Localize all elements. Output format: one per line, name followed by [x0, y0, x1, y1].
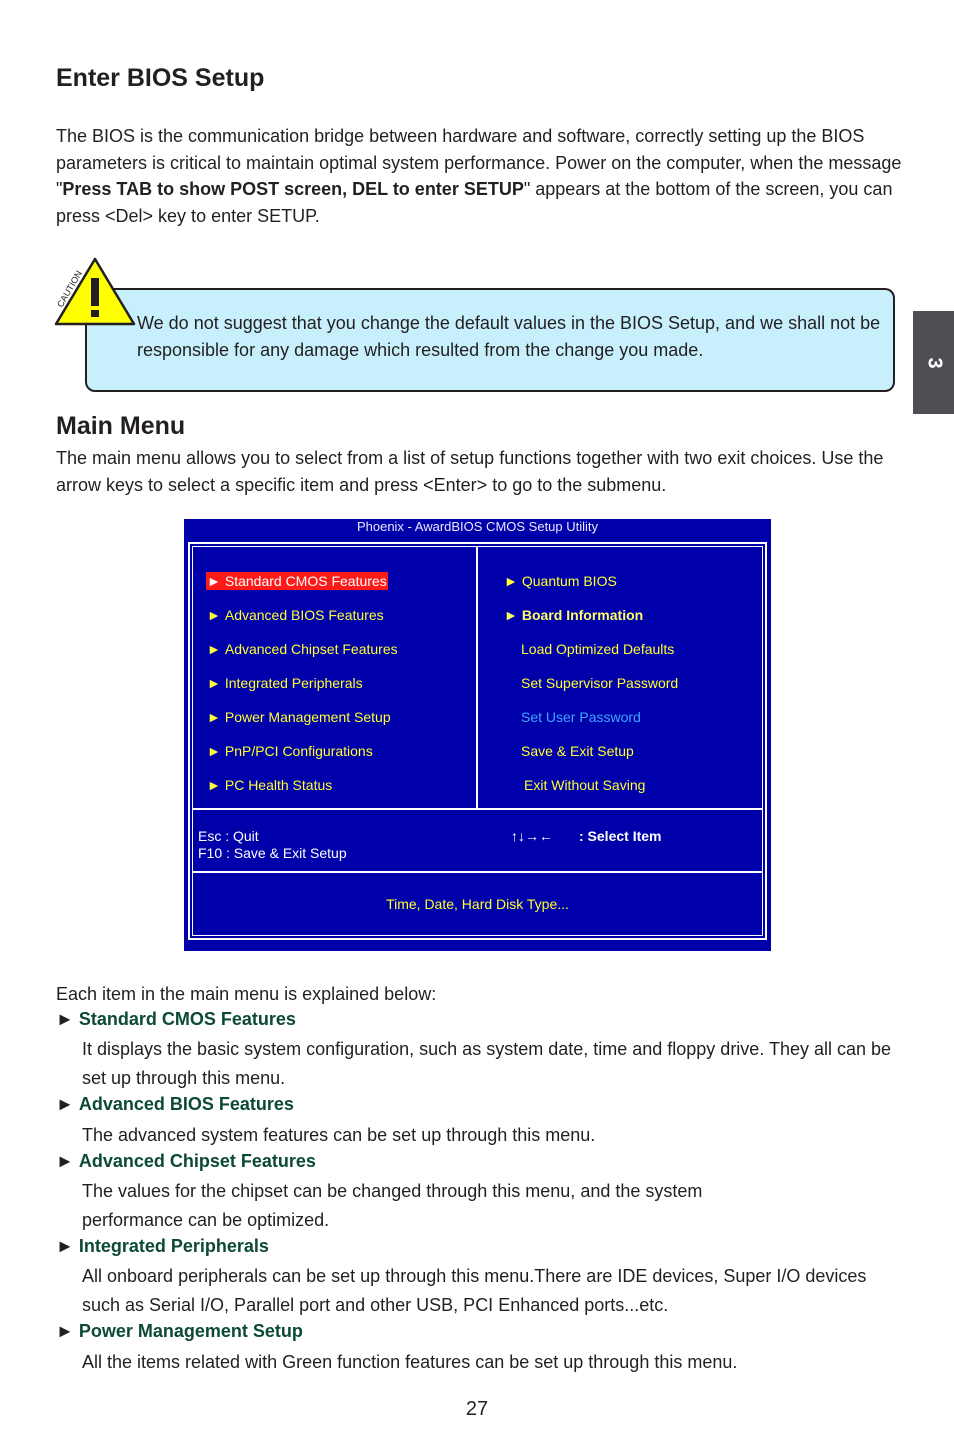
arrow-right-icon: ► [207, 709, 221, 725]
arrow-right-icon: ► [207, 573, 221, 589]
divider [193, 808, 762, 810]
enter-bios-paragraph: The BIOS is the communication bridge bet… [56, 123, 906, 229]
bios-item-pnp-pci[interactable]: ► PnP/PCI Configurations [207, 742, 373, 760]
section-title-enter-bios: Enter BIOS Setup [56, 64, 265, 92]
bios-frame: ► Standard CMOS Features ► Advanced BIOS F… [188, 542, 767, 940]
arrow-right-icon: ► [56, 1321, 74, 1341]
arrow-right-icon: ► [504, 607, 518, 623]
page-number: 27 [465, 1398, 489, 1420]
explanation-heading: ► Advanced Chipset Features [56, 1151, 316, 1171]
section-title-main-menu: Main Menu [56, 412, 186, 440]
arrow-right-icon: ► [56, 1009, 74, 1029]
bios-item-load-optimized-defaults[interactable]: Load Optimized Defaults [521, 640, 674, 658]
divider [193, 871, 762, 873]
bios-screenshot: Phoenix - AwardBIOS CMOS Setup Utility ►… [184, 519, 771, 951]
bios-item-quantum-bios[interactable]: ► Quantum BIOS [504, 572, 617, 590]
bios-item-set-supervisor-password[interactable]: Set Supervisor Password [521, 674, 678, 692]
bios-item-save-exit[interactable]: Save & Exit Setup [521, 742, 634, 760]
explanation-body: The values for the chipset can be change… [82, 1181, 703, 1230]
bios-item-standard-cmos[interactable]: ► Standard CMOS Features [206, 572, 388, 590]
caution-text: We do not suggest that you change the de… [137, 313, 881, 360]
explanation-heading: ► Standard CMOS Features [56, 1009, 296, 1029]
explanation-body: The advanced system features can be set … [82, 1125, 596, 1145]
bios-help-text: Time, Date, Hard Disk Type... [386, 896, 569, 912]
arrow-right-icon: ► [56, 1151, 74, 1171]
arrow-right-icon: ► [56, 1236, 74, 1256]
chapter-tab: 3 [913, 311, 954, 414]
explanations-intro: Each item in the main menu is explained … [56, 984, 437, 1004]
divider [476, 547, 478, 809]
bios-item-power-management[interactable]: ► Power Management Setup [207, 708, 391, 726]
explanation-body: It displays the basic system configurati… [82, 1039, 892, 1088]
explanation-heading: ► Integrated Peripherals [56, 1236, 269, 1256]
warning-triangle-icon: CAUTION [54, 257, 136, 326]
bios-item-advanced-bios[interactable]: ► Advanced BIOS Features [207, 606, 384, 624]
bios-item-pc-health[interactable]: ► PC Health Status [207, 776, 332, 794]
arrow-right-icon: ► [207, 675, 221, 691]
arrow-right-icon: ► [207, 641, 221, 657]
key-hint-esc: Esc : Quit [198, 828, 259, 844]
bios-item-exit-without-saving[interactable]: Exit Without Saving [524, 776, 645, 794]
arrow-right-icon: ► [504, 573, 518, 589]
arrow-right-icon: ► [207, 743, 221, 759]
chapter-number: 3 [923, 356, 945, 369]
arrow-right-icon: ► [207, 777, 221, 793]
bios-title: Phoenix - AwardBIOS CMOS Setup Utility [356, 519, 599, 534]
bios-item-board-information[interactable]: ► Board Information [504, 606, 643, 624]
key-hint-select: : Select Item [579, 828, 662, 844]
explanation-heading: ► Advanced BIOS Features [56, 1094, 294, 1114]
arrow-right-icon: ► [56, 1094, 74, 1114]
arrow-right-icon: ► [207, 607, 221, 623]
bios-item-advanced-chipset[interactable]: ► Advanced Chipset Features [207, 640, 398, 658]
main-menu-paragraph: The main menu allows you to select from … [56, 448, 884, 495]
explanation-body: All onboard peripherals can be set up th… [82, 1266, 867, 1315]
explanation-heading: ► Power Management Setup [56, 1321, 303, 1341]
key-hint-f10: F10 : Save & Exit Setup [198, 845, 347, 861]
bios-item-integrated-peripherals[interactable]: ► Integrated Peripherals [207, 674, 363, 692]
arrow-keys-icon: ↑↓→← [511, 828, 553, 844]
explanation-body: All the items related with Green functio… [82, 1352, 738, 1372]
para-bold-message: Press TAB to show POST screen, DEL to en… [62, 179, 524, 199]
bios-item-set-user-password[interactable]: Set User Password [521, 708, 641, 726]
